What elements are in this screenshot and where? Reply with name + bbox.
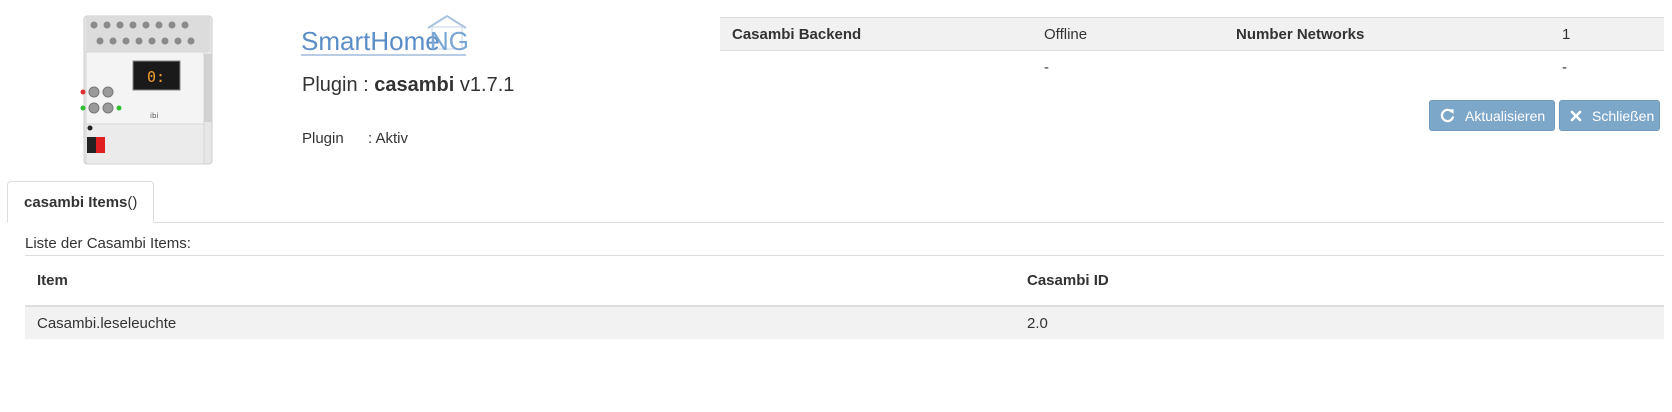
table-row[interactable]: Casambi.leseleuchte 2.0 xyxy=(25,306,1664,339)
device-display-text: 0: xyxy=(147,68,165,86)
info-cell xyxy=(720,51,1032,84)
backend-status: Offline xyxy=(1032,17,1224,51)
close-button-label: Schließen xyxy=(1592,107,1655,124)
smarthomeng-logo: SmartHome NG xyxy=(301,14,469,56)
plugin-state: Plugin : Aktiv xyxy=(302,130,408,147)
tab-casambi-items[interactable]: casambi Items () xyxy=(7,181,155,223)
item-name-cell: Casambi.leseleuchte xyxy=(25,306,1015,339)
tabs-divider xyxy=(7,222,1664,223)
casambi-id-cell: 2.0 xyxy=(1015,306,1664,339)
plugin-state-value: : Aktiv xyxy=(368,130,409,147)
plugin-state-label: Plugin xyxy=(302,130,344,147)
info-cell: - xyxy=(1044,58,1049,76)
info-cell xyxy=(1224,51,1550,84)
plugin-name: casambi xyxy=(374,74,455,96)
info-row: - - xyxy=(720,51,1664,84)
close-icon xyxy=(1570,108,1582,124)
table-header-row: Item Casambi ID xyxy=(25,255,1664,307)
plugin-title: Plugin : casambi v1.7.1 xyxy=(302,74,514,97)
refresh-button[interactable]: Aktualisieren xyxy=(1429,100,1555,131)
plugin-title-prefix: Plugin : xyxy=(302,74,375,96)
list-caption: Liste der Casambi Items: xyxy=(25,235,191,252)
tab-label: casambi Items xyxy=(24,193,128,211)
refresh-icon xyxy=(1440,108,1455,124)
logo-ng-text: NG xyxy=(430,26,469,56)
casambi-items-table: Item Casambi ID Casambi.leseleuchte 2.0 xyxy=(25,255,1664,339)
svg-text:ibi: ibi xyxy=(150,112,158,120)
close-button[interactable]: Schließen xyxy=(1559,100,1660,131)
backend-info-table: Casambi Backend Offline Number Networks … xyxy=(720,17,1664,83)
refresh-button-label: Aktualisieren xyxy=(1465,107,1546,124)
networks-count: 1 xyxy=(1550,17,1664,51)
logo-smarthome-text: SmartHome xyxy=(301,26,440,56)
column-header-item[interactable]: Item xyxy=(25,255,1015,307)
info-row: Casambi Backend Offline Number Networks … xyxy=(720,17,1664,51)
tab-count: () xyxy=(127,193,138,211)
info-cell: - xyxy=(1562,58,1567,76)
plugin-version: v1.7.1 xyxy=(454,74,515,96)
device-image: 0: ibi xyxy=(80,15,213,165)
backend-label: Casambi Backend xyxy=(720,17,1032,51)
column-header-casambi-id[interactable]: Casambi ID xyxy=(1015,255,1664,307)
networks-label: Number Networks xyxy=(1224,17,1550,51)
